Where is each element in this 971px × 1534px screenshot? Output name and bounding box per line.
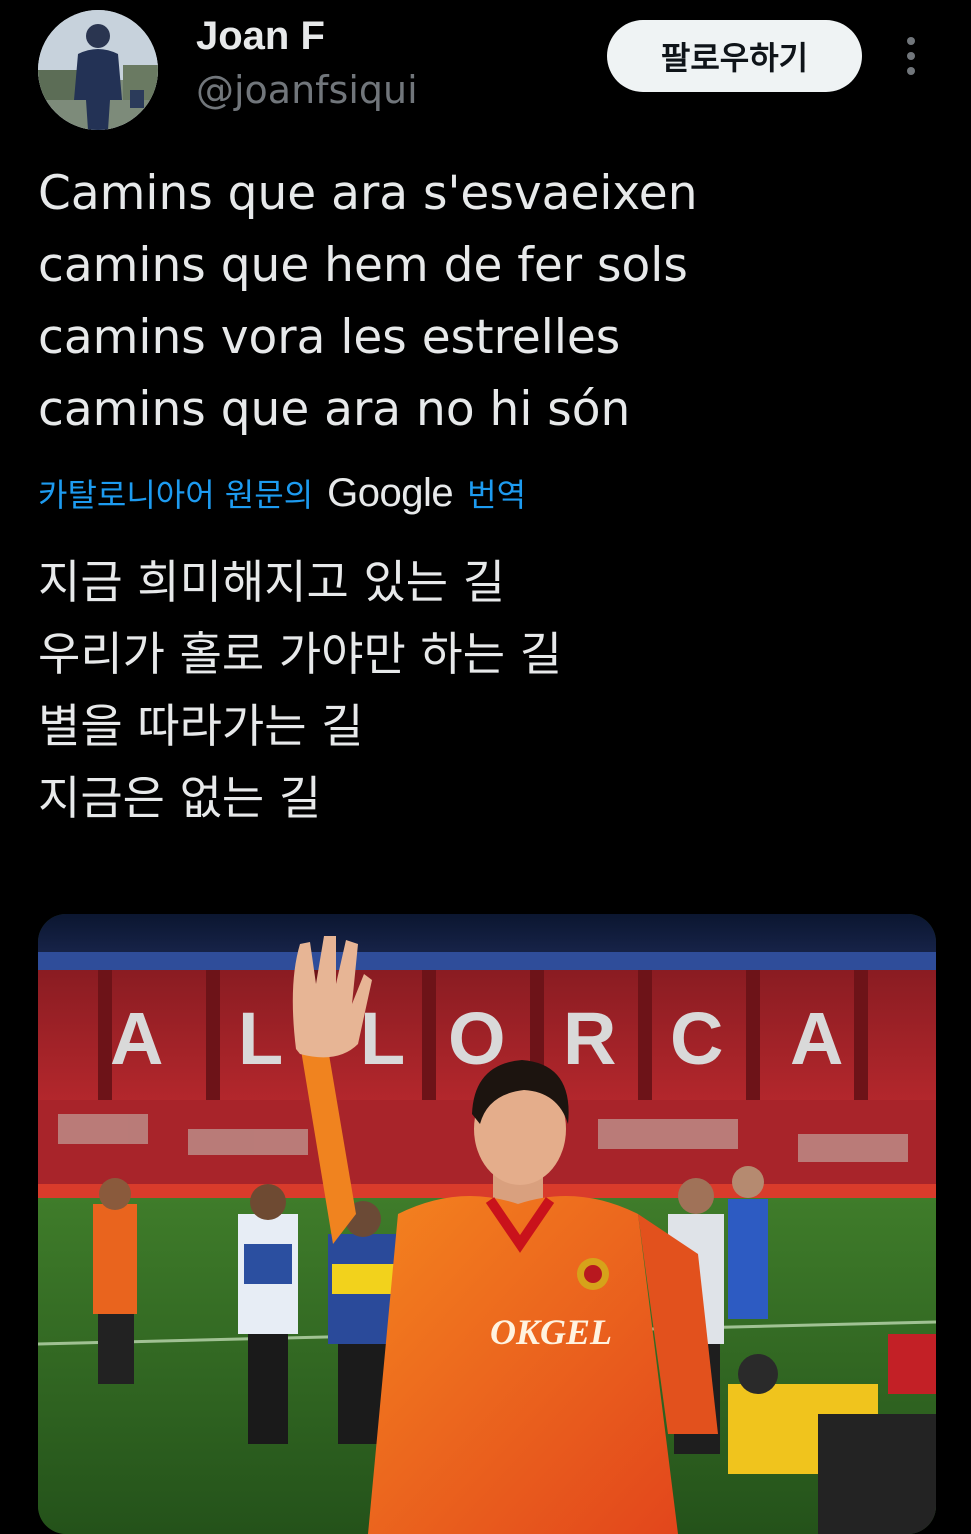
user-handle[interactable]: @joanfsiqui — [196, 68, 418, 112]
stadium-letter: R — [563, 997, 616, 1080]
stadium-letter: C — [670, 997, 723, 1080]
google-logo: Google — [327, 470, 454, 515]
tweet-line: camins que hem de fer sols — [38, 238, 688, 293]
stadium-photo: A L L O R C A OKGEL — [38, 914, 936, 1534]
avatar-photo — [38, 10, 158, 130]
translated-text: 지금 희미해지고 있는 길 우리가 홀로 가야만 하는 길 별을 따라가는 길 … — [38, 546, 938, 834]
translation-attribution[interactable]: 카탈로니아어 원문의 Google 번역 — [38, 468, 526, 518]
dot — [907, 52, 915, 60]
translation-source-label[interactable]: 카탈로니아어 원문의 — [38, 470, 313, 516]
stadium-letter: A — [110, 997, 163, 1080]
stadium-letter: A — [790, 997, 843, 1080]
tweet-text: Camins que ara s'esvaeixen camins que he… — [38, 158, 938, 446]
dot — [907, 67, 915, 75]
tweet-header: Joan F @joanfsiqui 팔로우하기 — [0, 0, 971, 140]
translate-link[interactable]: 번역 — [467, 470, 526, 516]
tweet-line: camins vora les estrelles — [38, 310, 621, 365]
stadium-letter: L — [360, 997, 405, 1080]
avatar[interactable] — [38, 10, 158, 130]
translated-line: 지금은 없는 길 — [38, 771, 322, 825]
tweet-line: camins que ara no hi són — [38, 382, 631, 437]
follow-button[interactable]: 팔로우하기 — [607, 20, 862, 92]
tweet-media-photo[interactable]: A L L O R C A OKGEL — [38, 914, 936, 1534]
translated-line: 우리가 홀로 가야만 하는 길 — [38, 627, 563, 681]
dot — [907, 37, 915, 45]
stadium-letter: L — [238, 997, 283, 1080]
more-vertical-icon[interactable] — [890, 28, 932, 84]
jersey-sponsor: OKGEL — [490, 1312, 612, 1352]
translated-line: 별을 따라가는 길 — [38, 699, 364, 753]
display-name[interactable]: Joan F — [196, 14, 325, 59]
tweet-line: Camins que ara s'esvaeixen — [38, 166, 698, 221]
translated-line: 지금 희미해지고 있는 길 — [38, 555, 506, 609]
